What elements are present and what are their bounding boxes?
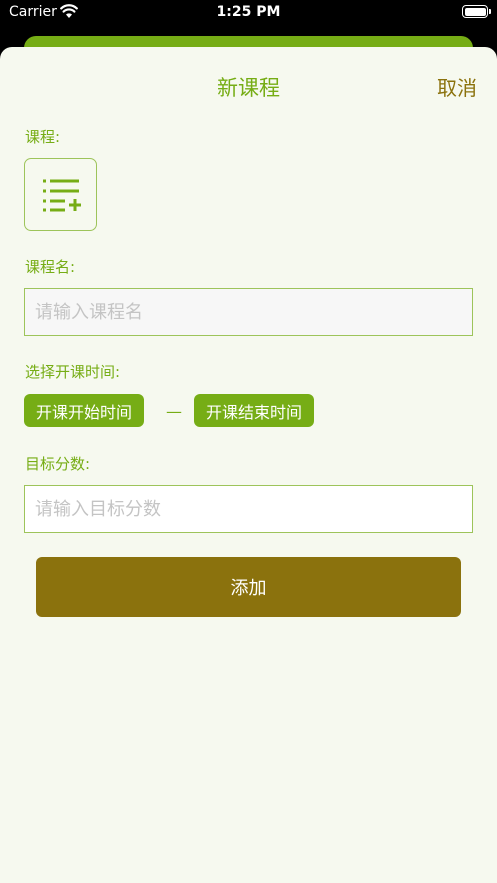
course-name-input[interactable] xyxy=(24,288,473,336)
time-separator: — xyxy=(166,402,182,421)
course-time-label: 选择开课时间: xyxy=(25,363,121,381)
add-button[interactable]: 添加 xyxy=(36,557,461,617)
start-time-button[interactable]: 开课开始时间 xyxy=(24,394,145,427)
target-score-input[interactable] xyxy=(24,485,473,533)
sheet-title: 新课程 xyxy=(217,76,280,100)
course-label: 课程: xyxy=(25,128,61,146)
course-name-label: 课程名: xyxy=(25,258,76,276)
list-add-icon xyxy=(43,179,81,212)
battery-icon xyxy=(462,5,491,18)
status-time: 1:25 PM xyxy=(216,4,281,20)
status-bar: Carrier 1:25 PM xyxy=(0,0,497,32)
course-picker-button[interactable] xyxy=(24,158,97,231)
cancel-button[interactable]: 取消 xyxy=(437,72,477,101)
target-score-label: 目标分数: xyxy=(25,455,91,473)
end-time-button[interactable]: 开课结束时间 xyxy=(194,394,315,427)
